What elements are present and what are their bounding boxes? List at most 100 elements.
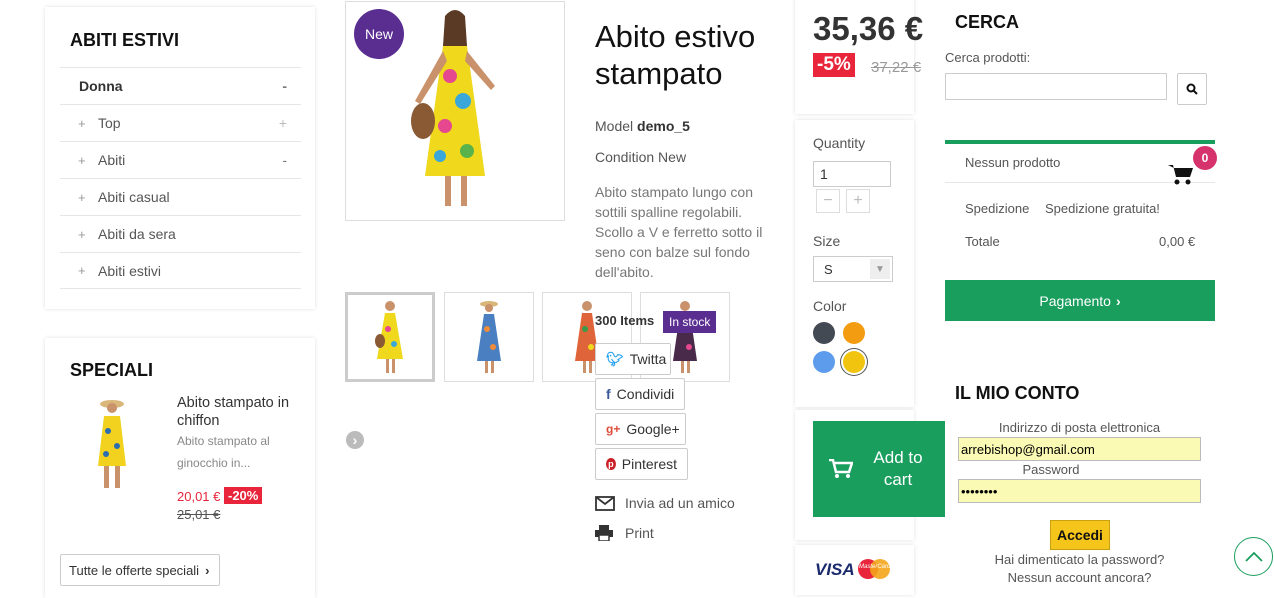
- product-title: Abito estivo stampato: [595, 19, 756, 91]
- password-label: Password: [1022, 462, 1080, 477]
- print-label: Print: [625, 525, 654, 541]
- size-select[interactable]: S ▼: [813, 256, 893, 282]
- share-facebook-label: Condividi: [616, 386, 675, 402]
- plus-icon: +: [78, 115, 86, 131]
- facebook-icon: f: [606, 386, 611, 402]
- search-title: CERCA: [955, 12, 1020, 32]
- share-facebook-button[interactable]: f Condividi: [595, 378, 685, 410]
- chevron-right-icon: ›: [205, 562, 210, 578]
- print-link[interactable]: Print: [595, 525, 654, 541]
- specials-product-image[interactable]: [62, 395, 162, 495]
- color-swatch-yellow[interactable]: [843, 351, 865, 373]
- expand-toggle[interactable]: +: [279, 115, 287, 131]
- share-google-button[interactable]: g+ Google+: [595, 413, 686, 445]
- collapse-toggle[interactable]: -: [282, 78, 287, 94]
- collapse-toggle[interactable]: -: [282, 152, 287, 168]
- all-specials-label: Tutte le offerte speciali: [69, 562, 200, 578]
- product-description: Abito stampato lungo con sottili spallin…: [595, 184, 763, 280]
- specials-price: 20,01 €: [177, 489, 221, 504]
- share-twitter-button[interactable]: 🐦︎ Twitta: [595, 343, 671, 375]
- quantity-minus-button[interactable]: −: [816, 189, 840, 213]
- visa-logo: VISA: [815, 560, 855, 579]
- google-plus-icon: g+: [606, 422, 621, 436]
- specials-old-price: 25,01 €: [177, 507, 221, 522]
- plus-icon: +: [78, 189, 86, 205]
- cart-top-border: [945, 140, 1215, 144]
- category-label: Abiti estivi: [98, 262, 162, 279]
- stock-count: 300 Items: [595, 313, 655, 328]
- product-thumbnail[interactable]: [345, 292, 435, 382]
- mastercard-label: MasterCard: [859, 564, 891, 570]
- color-swatch-blue[interactable]: [813, 351, 835, 373]
- password-field[interactable]: [958, 479, 1201, 503]
- printer-icon: [595, 525, 613, 541]
- size-value: S: [824, 261, 833, 277]
- size-label: Size: [813, 233, 841, 249]
- shipping-value: Spedizione gratuita!: [1045, 201, 1160, 216]
- total-value: 0,00 €: [1159, 234, 1196, 249]
- add-to-cart-label: Add to cart: [873, 448, 923, 489]
- category-item-abiti-casual[interactable]: + Abiti casual: [60, 178, 301, 215]
- condition-label: Condition: [595, 149, 655, 165]
- pinterest-icon: p: [606, 458, 616, 470]
- mastercard-logo: MasterCard: [858, 559, 892, 579]
- category-item-abiti-da-sera[interactable]: + Abiti da sera: [60, 215, 301, 252]
- quantity-input[interactable]: [813, 161, 891, 187]
- product-thumbnail[interactable]: [444, 292, 534, 382]
- old-price: 37,22 €: [871, 59, 922, 76]
- model-label: Model: [595, 118, 634, 134]
- search-icon: [1186, 83, 1198, 95]
- new-badge: New: [354, 9, 404, 59]
- product-price: 35,36 €: [813, 10, 924, 47]
- add-to-cart-button[interactable]: Add to cart: [813, 421, 945, 517]
- category-item-abiti[interactable]: + Abiti -: [60, 141, 301, 178]
- send-to-friend-link[interactable]: Invia ad un amico: [595, 495, 735, 511]
- category-label: Abiti casual: [98, 189, 170, 205]
- cart-empty-text: Nessun prodotto: [965, 155, 1061, 170]
- plus-icon: +: [78, 226, 86, 242]
- share-pinterest-label: Pinterest: [621, 456, 677, 472]
- specials-product-name[interactable]: Abito stampato in chiffon: [177, 394, 302, 430]
- search-button[interactable]: [1177, 73, 1207, 105]
- category-label: Top: [98, 115, 121, 131]
- no-account-link[interactable]: Nessun account ancora?: [958, 570, 1201, 585]
- specials-discount-badge: -20%: [224, 487, 263, 504]
- category-item-abiti-estivi[interactable]: + Abiti estivi: [60, 252, 301, 289]
- chevron-up-icon: [1244, 551, 1263, 562]
- send-to-friend-label: Invia ad un amico: [625, 495, 735, 511]
- color-swatch-orange[interactable]: [843, 322, 865, 344]
- condition-value: New: [658, 149, 687, 165]
- share-pinterest-button[interactable]: p Pinterest: [595, 448, 688, 480]
- checkout-button[interactable]: Pagamento ›: [945, 280, 1215, 321]
- color-label: Color: [813, 298, 847, 314]
- share-twitter-label: Twitta: [629, 351, 667, 367]
- forgot-password-link[interactable]: Hai dimenticato la password?: [958, 552, 1201, 567]
- thumbnail-scroll-arrow[interactable]: ›: [346, 431, 364, 449]
- category-donna[interactable]: Donna -: [60, 67, 301, 104]
- search-input[interactable]: [945, 73, 1167, 100]
- total-label: Totale: [965, 234, 1000, 249]
- quantity-label: Quantity: [813, 135, 866, 151]
- search-label: Cerca prodotti:: [945, 50, 1031, 65]
- share-google-label: Google+: [626, 421, 680, 437]
- cart-icon: [829, 459, 853, 478]
- color-swatch-dark[interactable]: [813, 322, 835, 344]
- shopping-cart-icon[interactable]: [1168, 163, 1194, 185]
- model-value: demo_5: [637, 118, 690, 134]
- login-button[interactable]: Accedi: [1050, 520, 1110, 550]
- categories-title: ABITI ESTIVI: [70, 30, 180, 50]
- category-label: Donna: [79, 78, 123, 94]
- product-model: Model demo_5: [595, 118, 690, 134]
- cart-count-badge: 0: [1193, 146, 1217, 170]
- plus-icon: +: [78, 263, 86, 278]
- stock-status-badge: In stock: [663, 311, 717, 333]
- category-label: Abiti da sera: [98, 226, 176, 242]
- chevron-down-icon: ▼: [870, 259, 890, 279]
- product-condition: Condition New: [595, 149, 686, 165]
- scroll-to-top-button[interactable]: [1234, 537, 1273, 576]
- quantity-plus-button[interactable]: +: [846, 189, 870, 213]
- email-field[interactable]: [958, 437, 1201, 461]
- all-specials-button[interactable]: Tutte le offerte speciali ›: [60, 554, 220, 586]
- twitter-icon: 🐦︎: [606, 350, 624, 367]
- category-item-top[interactable]: + Top +: [60, 104, 301, 141]
